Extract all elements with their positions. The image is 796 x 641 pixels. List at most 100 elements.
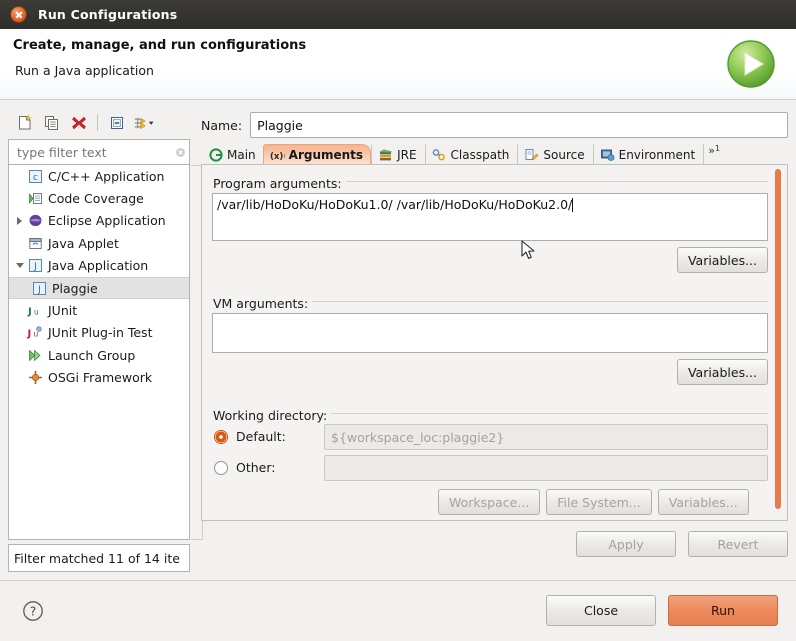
working-directory-group: Working directory: Default: ${workspace_…	[212, 405, 768, 515]
default-radio[interactable]	[214, 429, 228, 444]
working-directory-label: Working directory:	[212, 408, 332, 423]
configuration-editor-panel: Name: Main (x)= Argum	[201, 107, 788, 574]
program-arguments-value: /var/lib/HoDoKu/HoDoKu1.0/ /var/lib/HoDo…	[217, 197, 573, 212]
tree-item-junit[interactable]: J u JUnit	[9, 299, 189, 321]
window-title: Run Configurations	[38, 7, 178, 22]
svg-text:J: J	[33, 262, 37, 272]
text-cursor	[572, 198, 574, 212]
apply-revert-row: Apply Revert	[201, 531, 788, 557]
launch-configurations-panel: c C/C++ Application Code Cov	[8, 107, 203, 574]
delete-red-x-icon[interactable]	[66, 110, 91, 135]
filter-arrows-icon[interactable]	[131, 110, 156, 135]
classpath-tab-icon	[432, 148, 447, 162]
default-working-directory-input: ${workspace_loc:plaggie2}	[324, 424, 768, 450]
junit-icon: J u	[27, 303, 43, 319]
tree-item-label: JUnit Plug-in Test	[48, 325, 153, 341]
scrollbar-thumb[interactable]	[775, 169, 781, 509]
duplicate-launch-configuration-button[interactable]	[39, 110, 64, 135]
tab-content-scrollbar[interactable]	[775, 169, 781, 516]
dialog-header: Create, manage, and run configurations R…	[0, 29, 796, 100]
tab-label: Main	[227, 147, 256, 162]
vm-arguments-variables-button[interactable]: Variables...	[676, 359, 768, 385]
name-input[interactable]	[250, 112, 788, 138]
toolbar-separator	[97, 114, 98, 131]
tree-item-java-applet[interactable]: Java Applet	[9, 232, 189, 254]
tree-item-launch-group[interactable]: Launch Group	[9, 344, 189, 366]
tree-item-eclipse-application[interactable]: Eclipse Application	[9, 210, 189, 232]
default-working-directory-value: ${workspace_loc:plaggie2}	[331, 429, 505, 445]
svg-text:J: J	[27, 329, 31, 340]
filter-input-wrapper[interactable]	[8, 139, 190, 165]
vm-arguments-textarea[interactable]	[212, 313, 768, 353]
tab-overflow-count: 1	[714, 144, 721, 153]
other-radio[interactable]	[214, 460, 228, 475]
program-arguments-group: Program arguments: /var/lib/HoDoKu/HoDoK…	[212, 173, 768, 273]
tree-item-label: C/C++ Application	[48, 168, 165, 184]
java-applet-icon	[27, 235, 43, 251]
environment-tab-icon	[600, 148, 615, 162]
svg-text:?: ?	[30, 605, 36, 619]
twisty-collapsed-icon[interactable]	[13, 214, 26, 227]
close-icon[interactable]	[10, 6, 27, 23]
search-input[interactable]	[15, 143, 175, 161]
tab-main[interactable]: Main	[201, 144, 264, 165]
tab-environment[interactable]: Environment	[592, 144, 704, 165]
arguments-tab-icon: (x)=	[270, 148, 285, 162]
run-configurations-dialog: Run Configurations Create, manage, and r…	[0, 0, 796, 641]
c-application-icon: c	[27, 168, 43, 184]
collapse-all-button[interactable]	[104, 110, 129, 135]
workspace-button[interactable]: Workspace...	[438, 489, 541, 515]
launch-configuration-tree[interactable]: c C/C++ Application Code Coverage Eclips…	[8, 165, 190, 540]
jre-tab-icon	[378, 148, 393, 162]
tab-jre[interactable]: JRE	[371, 144, 424, 165]
tree-item-c-cpp-application[interactable]: c C/C++ Application	[9, 165, 189, 187]
tree-item-plaggie[interactable]: J Plaggie	[9, 276, 189, 300]
svg-text:J: J	[37, 285, 41, 295]
tree-item-label: Launch Group	[48, 347, 136, 363]
tree-item-osgi-framework[interactable]: OSGi Framework	[9, 367, 189, 389]
default-working-directory-radio-row[interactable]: Default:	[214, 429, 286, 444]
osgi-framework-icon	[27, 370, 43, 386]
tree-item-junit-plugin-test[interactable]: J u JUnit Plug-in Test	[9, 322, 189, 344]
program-arguments-textarea[interactable]: /var/lib/HoDoKu/HoDoKu1.0/ /var/lib/HoDo…	[212, 193, 768, 241]
new-launch-configuration-button[interactable]	[12, 110, 37, 135]
vm-arguments-label: VM arguments:	[212, 296, 313, 311]
tab-source[interactable]: Source	[517, 144, 592, 165]
help-question-icon[interactable]: ?	[22, 600, 44, 622]
twisty-expanded-icon[interactable]	[13, 259, 26, 272]
program-arguments-header: Program arguments:	[212, 173, 768, 191]
tree-item-label: Java Application	[48, 258, 149, 274]
tab-label: Classpath	[450, 147, 510, 162]
tab-arguments[interactable]: (x)= Arguments	[262, 144, 372, 165]
tab-overflow-button[interactable]: » 1	[703, 144, 725, 165]
configuration-tabs: Main (x)= Arguments	[201, 143, 788, 165]
tree-item-label: Java Applet	[48, 235, 119, 251]
other-working-directory-radio-row[interactable]: Other:	[214, 460, 275, 475]
close-button[interactable]: Close	[546, 595, 656, 626]
svg-text:u: u	[34, 308, 39, 317]
tree-item-label: Eclipse Application	[48, 213, 166, 229]
other-working-directory-input[interactable]	[324, 455, 768, 481]
apply-button[interactable]: Apply	[576, 531, 676, 557]
tree-item-java-application[interactable]: J Java Application	[9, 255, 189, 277]
program-arguments-variables-button[interactable]: Variables...	[676, 247, 768, 273]
dialog-footer: ? Close Run	[0, 581, 796, 641]
svg-text:(x)=: (x)=	[270, 152, 285, 162]
file-system-button[interactable]: File System...	[546, 489, 652, 515]
run-green-circle-icon	[725, 38, 777, 90]
working-directory-variables-button[interactable]: Variables...	[657, 489, 749, 515]
tree-item-code-coverage[interactable]: Code Coverage	[9, 187, 189, 209]
main-tab-icon	[208, 147, 223, 162]
tree-item-label: JUnit	[48, 303, 78, 319]
java-application-icon: J	[31, 280, 47, 296]
java-application-icon: J	[27, 258, 43, 274]
svg-text:J: J	[27, 307, 32, 318]
clear-icon[interactable]	[175, 143, 186, 162]
page-title: Create, manage, and run configurations	[13, 38, 307, 53]
tab-label: Source	[543, 147, 585, 162]
revert-button[interactable]: Revert	[688, 531, 788, 557]
eclipse-application-icon	[27, 213, 43, 229]
source-tab-icon	[524, 148, 539, 162]
run-button[interactable]: Run	[668, 595, 778, 626]
tab-classpath[interactable]: Classpath	[424, 144, 518, 165]
